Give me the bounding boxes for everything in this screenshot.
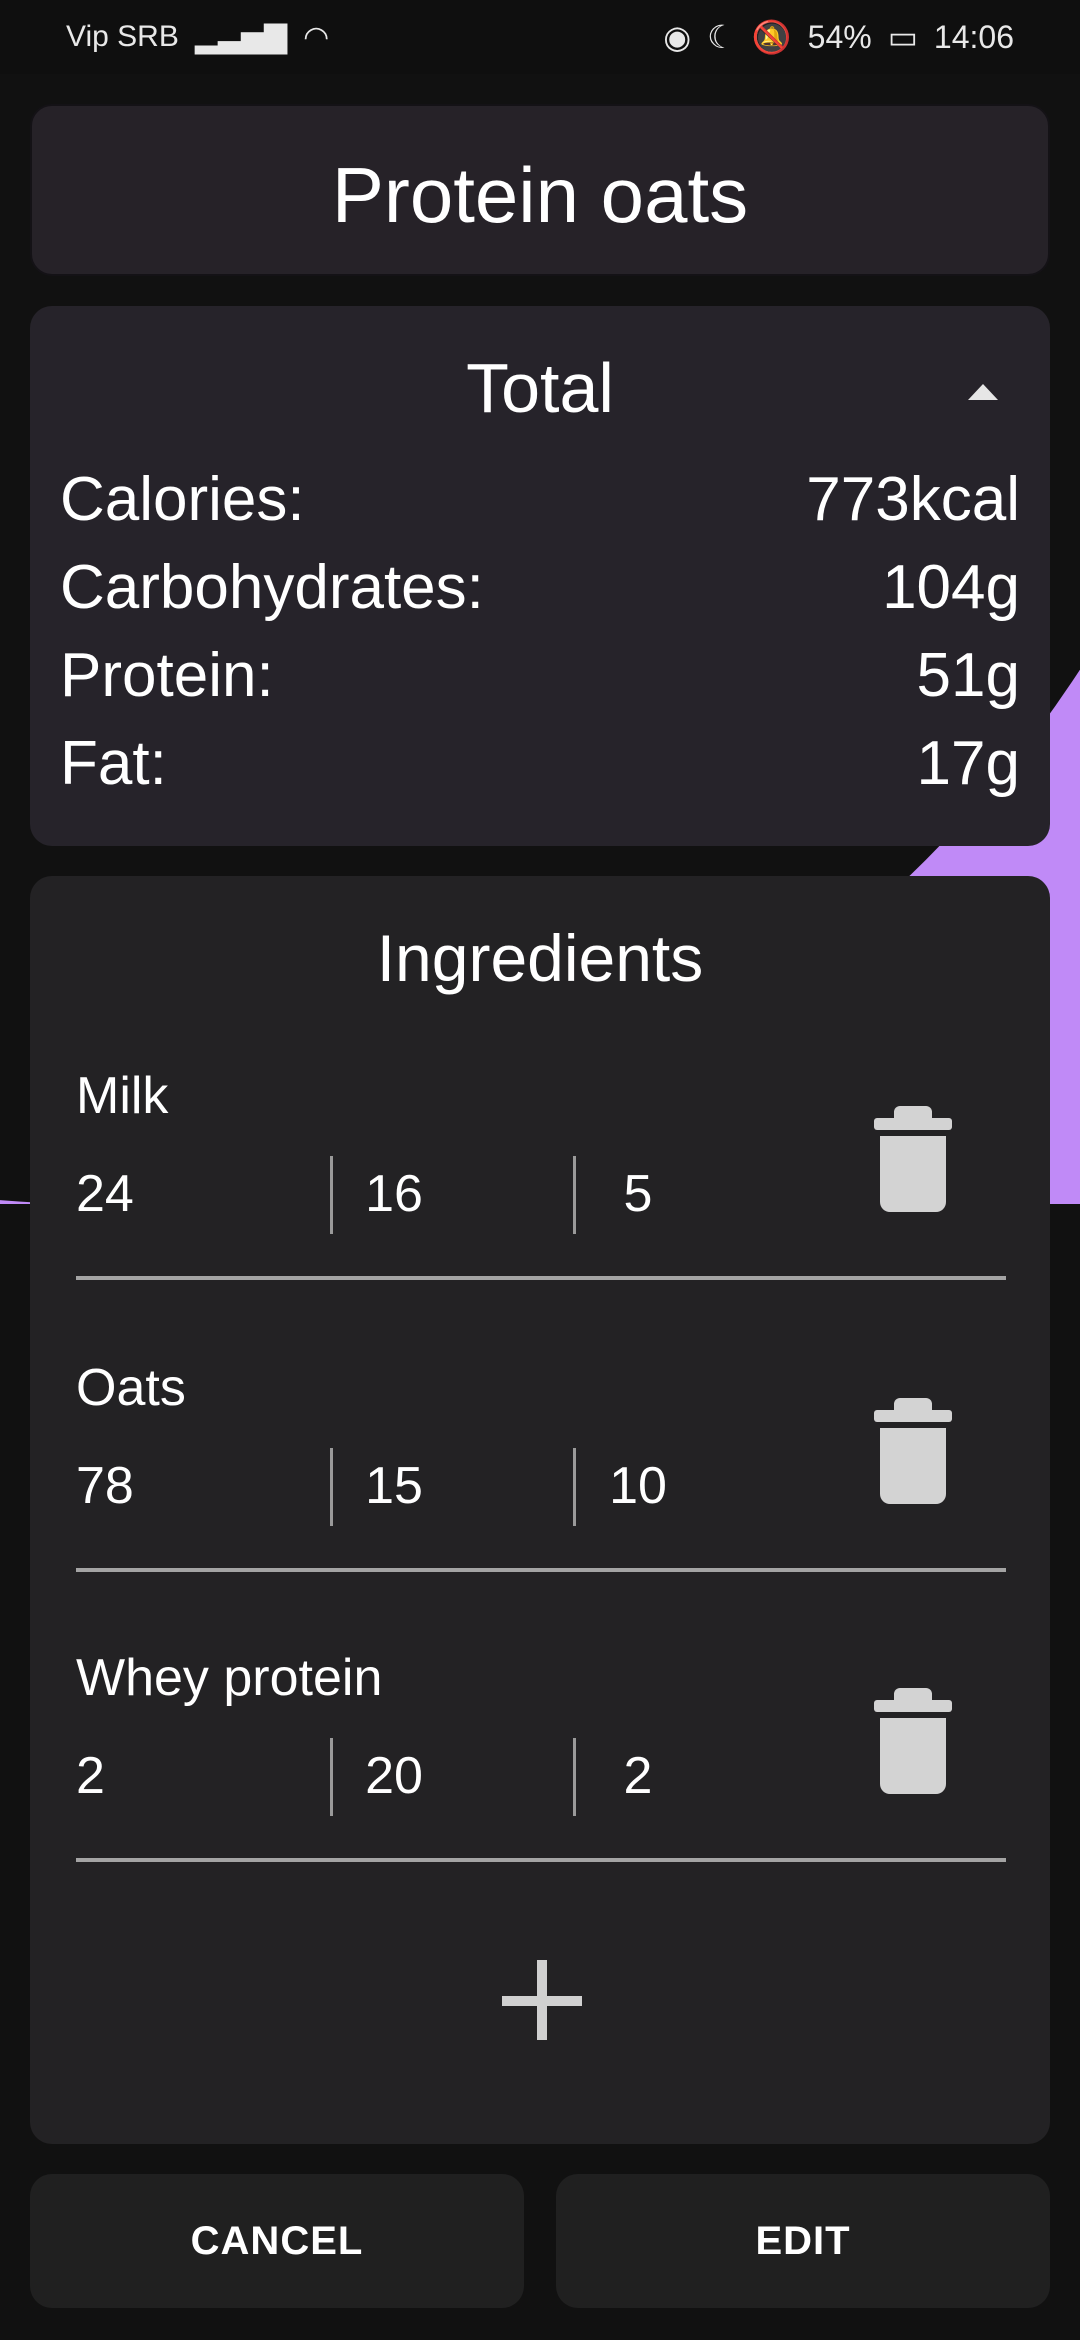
nutrition-label: Calories: [60,465,305,534]
ingredient-divider [76,1276,1006,1280]
ingredient-item-oats[interactable]: Oats 78 15 10 [76,1358,1036,1638]
nutrition-label: Fat: [60,729,167,798]
bell-off-icon: 🔕 [751,19,792,55]
ingredient-value-3: 10 [609,1457,667,1515]
ingredient-value-2: 16 [365,1165,423,1223]
nutrition-label: Protein: [60,641,274,710]
battery-percent: 54% [807,18,872,55]
ingredient-divider [76,1858,1006,1862]
battery-icon: ▭ [887,19,918,55]
collapse-arrow-icon[interactable] [968,384,998,400]
ingredient-value-2: 15 [365,1457,423,1515]
signal-icon: ▂▃▅▇ [194,20,288,54]
eye-icon: ◉ [663,19,692,55]
status-bar: Vip SRB ▂▃▅▇ ◠ ◉ ☾ 🔕 54% ▭ 14:06 [0,0,1080,74]
ingredient-values: 2 20 2 [76,1738,756,1818]
carrier-label: Vip SRB [66,20,179,53]
ingredient-name: Oats [76,1359,186,1417]
nutrition-row-fat: Fat: 17g [60,728,1020,799]
nutrition-value: 51g [916,641,1020,710]
nutrition-row-calories: Calories: 773kcal [60,464,1020,535]
delete-ingredient-icon[interactable] [872,1398,954,1504]
ingredients-heading: Ingredients [376,921,704,995]
nutrition-row-carbohydrates: Carbohydrates: 104g [60,552,1020,623]
ingredient-value-3: 5 [623,1165,653,1223]
ingredient-item-whey-protein[interactable]: Whey protein 2 20 2 [76,1648,1036,1928]
ingredient-name: Milk [76,1067,169,1125]
ingredient-item-milk[interactable]: Milk 24 16 5 [76,1066,1036,1346]
nutrition-label: Carbohydrates: [60,553,484,622]
ingredient-value-1: 2 [76,1747,105,1805]
nutrition-value: 17g [916,729,1020,798]
clock: 14:06 [933,18,1014,55]
nutrition-value: 773kcal [806,465,1020,534]
ingredient-value-2: 20 [365,1747,423,1805]
ingredient-value-3: 2 [623,1747,653,1805]
ingredient-values: 78 15 10 [76,1448,756,1528]
ingredient-value-1: 24 [76,1165,134,1223]
add-ingredient-icon[interactable] [502,1960,582,2040]
nutrition-row-protein: Protein: 51g [60,640,1020,711]
delete-ingredient-icon[interactable] [872,1106,954,1212]
total-heading: Total [466,349,614,427]
recipe-title: Protein oats [331,151,749,239]
delete-ingredient-icon[interactable] [872,1688,954,1794]
edit-button[interactable]: EDIT [556,2174,1050,2308]
ingredient-divider [76,1568,1006,1572]
moon-icon: ☾ [707,19,736,55]
nutrition-value: 104g [882,553,1020,622]
ingredient-values: 24 16 5 [76,1156,756,1236]
ingredient-name: Whey protein [76,1649,383,1707]
cancel-button[interactable]: CANCEL [30,2174,524,2308]
recipe-title-card: Protein oats [30,104,1050,276]
total-card: Total Calories: 773kcal Carbohydrates: 1… [30,306,1050,846]
ingredient-value-1: 78 [76,1457,134,1515]
wifi-icon: ◠ [303,20,330,54]
ingredients-card: Ingredients Milk 24 16 5 Oats 78 15 10 W… [30,876,1050,2144]
